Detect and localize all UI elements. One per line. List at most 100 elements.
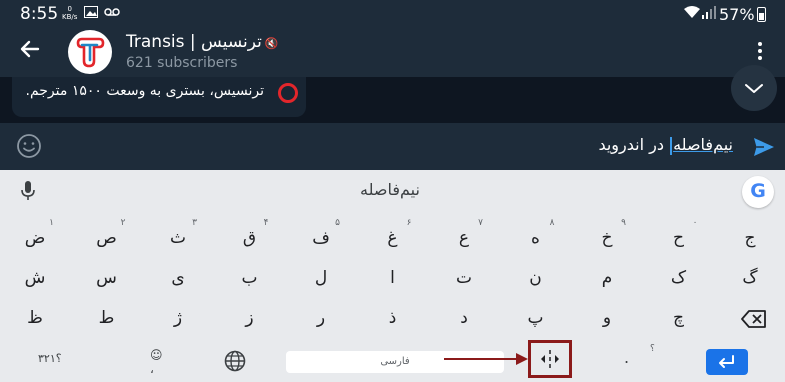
key-label: ل <box>314 268 328 288</box>
key-label: ن <box>529 268 542 288</box>
input-rest-text: در اندروید <box>598 135 670 154</box>
key[interactable]: ض۱ <box>10 218 60 258</box>
key[interactable]: ق۴ <box>225 218 275 258</box>
send-icon[interactable] <box>752 135 776 159</box>
period-hint: ؟ <box>650 344 655 354</box>
text-cursor <box>670 136 673 155</box>
key[interactable]: خ۹ <box>582 218 632 258</box>
key[interactable]: ع۷ <box>439 218 489 258</box>
key-label: ظ <box>27 308 43 328</box>
scroll-down-button[interactable] <box>731 65 777 111</box>
chat-area: ترنسیس، بستری به وسعت ۱۵۰۰ مترجم. <box>0 65 785 122</box>
arrow-left-icon[interactable] <box>18 37 44 63</box>
suggestion-word[interactable]: نیم‌فاصله <box>340 180 440 199</box>
key-hint: ۹ <box>621 218 626 228</box>
smiley-icon[interactable] <box>16 133 42 159</box>
key-label: د <box>460 308 468 328</box>
net-speed-value: 0 <box>67 5 72 13</box>
suggestion-strip: نیم‌فاصله G <box>0 170 785 212</box>
key[interactable]: گ <box>725 260 775 298</box>
key-label: ف <box>312 228 330 248</box>
enter-icon[interactable] <box>706 349 748 375</box>
key-hint: ۰ <box>692 218 698 228</box>
key[interactable]: ط <box>82 300 132 338</box>
key[interactable]: ث۳ <box>153 218 203 258</box>
key-label: ی <box>171 268 185 288</box>
key[interactable]: ک <box>654 260 704 298</box>
key-label: ه <box>531 228 540 248</box>
key-label: ض <box>24 228 46 248</box>
period-key[interactable]: . ؟ <box>624 344 655 367</box>
vertical-dots-icon[interactable] <box>752 40 768 64</box>
globe-icon[interactable] <box>224 350 246 372</box>
key[interactable]: ه۸ <box>511 218 561 258</box>
key[interactable]: ب <box>225 260 275 298</box>
red-circle-icon <box>278 83 298 103</box>
key[interactable]: چ <box>654 300 704 338</box>
key[interactable]: ظ <box>10 300 60 338</box>
symbols-key[interactable]: ؟۳۲۱ <box>38 352 62 365</box>
key[interactable]: ل <box>296 260 346 298</box>
key[interactable]: ف۵ <box>296 218 346 258</box>
battery-percent: 57% <box>719 5 755 24</box>
status-time: 8:55 <box>20 4 59 24</box>
subscriber-count: 621 subscribers <box>126 55 238 71</box>
chat-header: Transis | ترنسیس 🔇 621 subscribers <box>0 28 785 77</box>
channel-name: Transis | ترنسیس <box>126 32 262 52</box>
key[interactable]: ی <box>153 260 203 298</box>
message-bubble[interactable]: ترنسیس، بستری به وسعت ۱۵۰۰ مترجم. <box>12 77 306 117</box>
key-hint: ۳ <box>192 218 197 228</box>
keyboard: ض۱ ص۲ ث۳ ق۴ ف۵ غ۶ ع۷ ه۸ خ۹ ح۰ ج ش س ی ب ل ا ت ن م ک گ ظ ط ژز ر ذ… <box>0 212 785 382</box>
muted-icon: 🔇 <box>264 37 279 50</box>
key[interactable]: ص۲ <box>82 218 132 258</box>
key[interactable]: س <box>82 260 132 298</box>
key[interactable]: و <box>582 300 632 338</box>
message-input-bar: نیم‌فاصله در اندروید <box>0 122 785 170</box>
key-hint: ۲ <box>120 218 126 228</box>
key[interactable]: د <box>439 300 489 338</box>
key-label: ط <box>98 308 115 328</box>
image-icon <box>84 6 98 21</box>
key[interactable]: ن <box>511 260 561 298</box>
wifi-icon <box>684 6 700 22</box>
emoji-comma-key[interactable]: ☺ ، <box>150 348 163 376</box>
message-text: ترنسیس، بستری به وسعت ۱۵۰۰ مترجم. <box>25 83 265 99</box>
input-underlined-text: نیم‌فاصله <box>669 135 733 155</box>
key-label: گ <box>742 268 758 288</box>
key[interactable]: غ۶ <box>368 218 418 258</box>
key[interactable]: ت <box>439 260 489 298</box>
key[interactable]: ذ <box>368 300 418 338</box>
key[interactable]: ز <box>225 300 275 338</box>
key-label: م <box>601 268 613 288</box>
backspace-icon[interactable] <box>729 300 779 338</box>
key-label: غ <box>387 228 398 248</box>
half-space-icon[interactable] <box>528 340 572 378</box>
key[interactable]: ح۰ <box>654 218 704 258</box>
keyboard-bottom-row: ؟۳۲۱ ☺ ، فارسی . ؟ <box>0 340 785 382</box>
key-label: ر <box>316 308 326 328</box>
net-speed-unit: KB/s <box>62 13 78 21</box>
channel-avatar[interactable] <box>68 30 112 74</box>
key-label: ش <box>24 268 46 288</box>
key[interactable]: ا <box>368 260 418 298</box>
key-label: ک <box>670 268 687 288</box>
key-label: ذ <box>388 308 397 328</box>
microphone-icon[interactable] <box>20 180 36 202</box>
google-g-icon[interactable]: G <box>742 176 774 208</box>
channel-title[interactable]: Transis | ترنسیس 🔇 <box>126 32 279 52</box>
battery-icon <box>757 7 766 22</box>
key-label: پ <box>527 308 544 328</box>
key[interactable]: ژ <box>153 300 203 338</box>
key-row-3: ظ ط ژز ر ذ د پ و چ <box>0 300 785 338</box>
key[interactable]: ر <box>296 300 346 338</box>
key-hint: ۵ <box>335 218 340 228</box>
key[interactable]: ج <box>725 220 775 258</box>
message-input[interactable]: نیم‌فاصله در اندروید <box>598 135 733 155</box>
key[interactable]: ش <box>10 260 60 298</box>
key[interactable]: پ <box>511 300 561 338</box>
key-label: ق <box>242 228 257 248</box>
key-label: چ <box>673 308 684 328</box>
key-label: و <box>602 308 612 328</box>
key[interactable]: م <box>582 260 632 298</box>
key-label: ت <box>455 268 472 288</box>
